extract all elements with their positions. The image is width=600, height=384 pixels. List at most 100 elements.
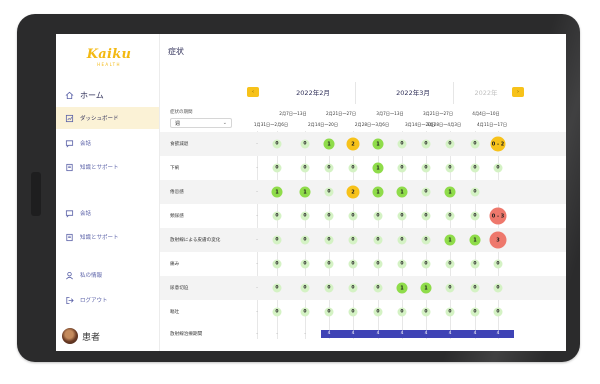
severity-dot[interactable]: 0 xyxy=(300,163,310,173)
symptom-row[interactable]: 尿意切迫 - 0 0 0 0 0 1 1 0 0 0 xyxy=(160,276,566,300)
severity-dot[interactable]: 0 xyxy=(470,163,480,173)
severity-dot[interactable]: 0 xyxy=(300,307,310,317)
severity-dot[interactable]: 0 xyxy=(470,283,480,293)
severity-dot[interactable]: 0 xyxy=(324,163,334,173)
severity-dot[interactable]: 0 xyxy=(348,283,358,293)
severity-dot[interactable]: 0 xyxy=(373,283,383,293)
severity-dot[interactable]: 1 xyxy=(271,186,283,198)
severity-dot[interactable]: 0 xyxy=(493,307,503,317)
severity-dot[interactable]: 1 xyxy=(396,186,408,198)
severity-dot[interactable]: 0 xyxy=(470,211,480,221)
severity-dot[interactable]: 1 xyxy=(444,186,456,198)
patient-profile[interactable]: 患者 xyxy=(62,328,100,344)
severity-dot[interactable]: 0 xyxy=(397,163,407,173)
period-select[interactable]: 週 ⌄ xyxy=(170,118,232,128)
sidebar-item-logout[interactable]: ログアウト xyxy=(56,289,159,311)
severity-dot[interactable]: 0 xyxy=(493,283,503,293)
severity-dot[interactable]: 1 xyxy=(469,234,481,246)
no-data-marker[interactable]: - xyxy=(256,285,258,291)
kaiku-logo[interactable]: Kaiku HEALTH xyxy=(84,48,134,68)
severity-dot[interactable]: 0 xyxy=(493,163,503,173)
severity-dot[interactable]: 0 xyxy=(348,307,358,317)
severity-dot[interactable]: 1 xyxy=(372,186,384,198)
severity-dot[interactable]: 0 xyxy=(421,187,431,197)
no-data-marker[interactable]: - xyxy=(256,165,258,171)
severity-dot[interactable]: 0 xyxy=(421,307,431,317)
severity-dot[interactable]: 0 xyxy=(300,283,310,293)
severity-dot[interactable]: 0 xyxy=(397,211,407,221)
symptom-row[interactable]: 嘔吐 - 0 0 0 0 0 0 0 0 0 0 xyxy=(160,300,566,324)
sidebar-item-knowledge-2[interactable]: 知識とサポート xyxy=(56,226,159,248)
severity-dot[interactable]: 0 - 3 xyxy=(489,207,507,225)
no-data-marker[interactable]: - xyxy=(256,309,258,315)
no-data-marker[interactable]: - xyxy=(256,141,258,147)
severity-dot[interactable]: 0 xyxy=(445,211,455,221)
severity-dot[interactable]: 1 xyxy=(323,138,335,150)
sidebar-item-chat[interactable]: 会話 xyxy=(56,132,159,154)
severity-dot[interactable]: 0 xyxy=(421,259,431,269)
severity-dot[interactable]: 0 xyxy=(324,187,334,197)
severity-dot[interactable]: 0 xyxy=(272,283,282,293)
symptom-row[interactable]: 食欲減退 - 0 0 1 2 1 0 0 0 0 0 - 2 xyxy=(160,132,566,156)
treatment-row[interactable]: 放射線治療期間 4 4 4 4 4 4 4 4 - - - xyxy=(160,324,566,344)
no-data-marker[interactable]: - xyxy=(256,237,258,243)
severity-dot[interactable]: 0 xyxy=(348,259,358,269)
severity-dot[interactable]: 0 xyxy=(421,139,431,149)
severity-dot[interactable]: 0 xyxy=(373,211,383,221)
severity-dot[interactable]: 0 xyxy=(300,259,310,269)
severity-dot[interactable]: 0 xyxy=(272,259,282,269)
severity-dot[interactable]: 1 xyxy=(372,162,384,174)
severity-dot[interactable]: 0 xyxy=(470,139,480,149)
severity-dot[interactable]: 0 xyxy=(348,211,358,221)
symptom-row[interactable]: 下痢 - 0 0 0 0 1 0 0 0 0 0 xyxy=(160,156,566,180)
severity-dot[interactable]: 0 - 2 xyxy=(490,136,506,152)
severity-dot[interactable]: 0 xyxy=(470,307,480,317)
no-data-marker[interactable]: - xyxy=(256,213,258,219)
severity-dot[interactable]: 0 xyxy=(397,307,407,317)
severity-dot[interactable]: 1 xyxy=(299,186,311,198)
severity-dot[interactable]: 1 xyxy=(420,282,432,294)
severity-dot[interactable]: 0 xyxy=(373,307,383,317)
severity-dot[interactable]: 0 xyxy=(421,211,431,221)
severity-dot[interactable]: 2 xyxy=(346,137,360,151)
severity-dot[interactable]: 0 xyxy=(493,259,503,269)
severity-dot[interactable]: 0 xyxy=(470,259,480,269)
severity-dot[interactable]: 0 xyxy=(373,235,383,245)
severity-dot[interactable]: 0 xyxy=(324,283,334,293)
symptom-row[interactable]: 倦怠感 -1 1 0 2 1 1 0 1 0 xyxy=(160,180,566,204)
severity-dot[interactable]: 3 xyxy=(489,231,507,249)
severity-dot[interactable]: 0 xyxy=(397,139,407,149)
severity-dot[interactable]: 0 xyxy=(445,283,455,293)
sidebar-item-dashboard[interactable]: ダッシュボード xyxy=(56,107,159,129)
severity-dot[interactable]: 0 xyxy=(445,307,455,317)
severity-dot[interactable]: 0 xyxy=(373,259,383,269)
severity-dot[interactable]: 0 xyxy=(272,163,282,173)
sidebar-item-knowledge[interactable]: 知識とサポート xyxy=(56,156,159,178)
severity-dot[interactable]: 0 xyxy=(421,163,431,173)
severity-dot[interactable]: 0 xyxy=(300,139,310,149)
severity-dot[interactable]: 1 xyxy=(372,138,384,150)
severity-dot[interactable]: 2 xyxy=(346,185,360,199)
next-month-button[interactable]: › xyxy=(512,87,524,97)
severity-dot[interactable]: 0 xyxy=(272,235,282,245)
sidebar-item-home[interactable]: ホーム xyxy=(56,84,159,106)
severity-dot[interactable]: 0 xyxy=(324,235,334,245)
severity-dot[interactable]: 0 xyxy=(348,235,358,245)
severity-dot[interactable]: 0 xyxy=(272,211,282,221)
severity-dot[interactable]: 0 xyxy=(324,259,334,269)
sidebar-item-my-info[interactable]: 私の情報 xyxy=(56,264,159,286)
symptom-row[interactable]: 痛み - 0 0 0 0 0 0 0 0 0 0 xyxy=(160,252,566,276)
severity-dot[interactable]: 0 xyxy=(348,163,358,173)
symptom-row[interactable]: 頻尿感 - 0 0 0 0 0 0 0 0 0 0 - 3 xyxy=(160,204,566,228)
severity-dot[interactable]: 1 xyxy=(396,282,408,294)
no-data-marker[interactable]: - xyxy=(256,189,258,195)
severity-dot[interactable]: 0 xyxy=(445,259,455,269)
symptom-row[interactable]: 放射線による皮膚の変化 -0 0 0 0 0 0 0 1 1 3 xyxy=(160,228,566,252)
severity-dot[interactable]: 0 xyxy=(324,211,334,221)
severity-dot[interactable]: 0 xyxy=(445,139,455,149)
severity-dot[interactable]: 0 xyxy=(397,259,407,269)
severity-dot[interactable]: 0 xyxy=(397,235,407,245)
severity-dot[interactable]: 0 xyxy=(421,235,431,245)
severity-dot[interactable]: 0 xyxy=(445,163,455,173)
severity-dot[interactable]: 0 xyxy=(272,307,282,317)
